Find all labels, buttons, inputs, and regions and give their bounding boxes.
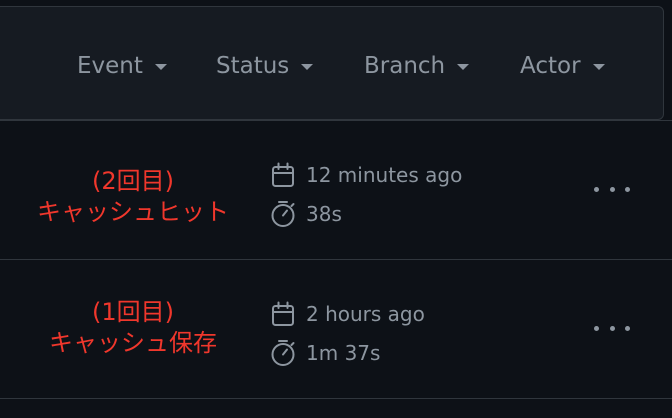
actor-filter-dropdown[interactable]: Actor bbox=[520, 53, 605, 79]
calendar-icon bbox=[272, 162, 294, 187]
triangle-down-icon bbox=[154, 64, 167, 70]
triangle-down-icon bbox=[301, 64, 314, 70]
triangle-down-icon bbox=[592, 64, 605, 70]
run-duration-text: 38s bbox=[306, 202, 342, 226]
run-started-text: 12 minutes ago bbox=[306, 163, 463, 187]
triangle-down-icon bbox=[457, 64, 470, 70]
filter-bar: Event Status Branch Actor bbox=[0, 6, 664, 120]
status-filter-dropdown[interactable]: Status bbox=[216, 53, 314, 79]
run-duration: 38s bbox=[270, 200, 342, 228]
annotation-line2: キャッシュヒット bbox=[37, 198, 229, 226]
run-started: 12 minutes ago bbox=[270, 162, 462, 188]
workflow-run-row[interactable]: (2回目) キャッシュヒット 12 minutes ago 38s bbox=[0, 120, 672, 260]
kebab-horizontal-icon[interactable] bbox=[594, 179, 630, 199]
actor-filter-label: Actor bbox=[520, 53, 581, 79]
event-filter-dropdown[interactable]: Event bbox=[77, 53, 167, 79]
status-filter-label: Status bbox=[216, 53, 290, 79]
annotation-line2: キャッシュ保存 bbox=[49, 329, 217, 357]
annotation-line1: (1回目) bbox=[92, 298, 174, 326]
run-annotation: (1回目) キャッシュ保存 bbox=[26, 297, 240, 359]
calendar-icon bbox=[272, 301, 294, 326]
run-duration: 1m 37s bbox=[270, 339, 380, 367]
kebab-horizontal-icon[interactable] bbox=[594, 318, 630, 338]
stopwatch-icon bbox=[271, 340, 295, 366]
run-annotation: (2回目) キャッシュヒット bbox=[26, 166, 240, 228]
annotation-line1: (2回目) bbox=[92, 167, 174, 195]
branch-filter-label: Branch bbox=[364, 53, 446, 79]
run-started-text: 2 hours ago bbox=[306, 302, 425, 326]
branch-filter-dropdown[interactable]: Branch bbox=[364, 53, 470, 79]
run-duration-text: 1m 37s bbox=[306, 341, 381, 365]
run-started: 2 hours ago bbox=[270, 301, 425, 327]
workflow-run-row[interactable]: (1回目) キャッシュ保存 2 hours ago 1m 37s bbox=[0, 259, 672, 399]
event-filter-label: Event bbox=[77, 53, 143, 79]
stopwatch-icon bbox=[271, 201, 295, 227]
